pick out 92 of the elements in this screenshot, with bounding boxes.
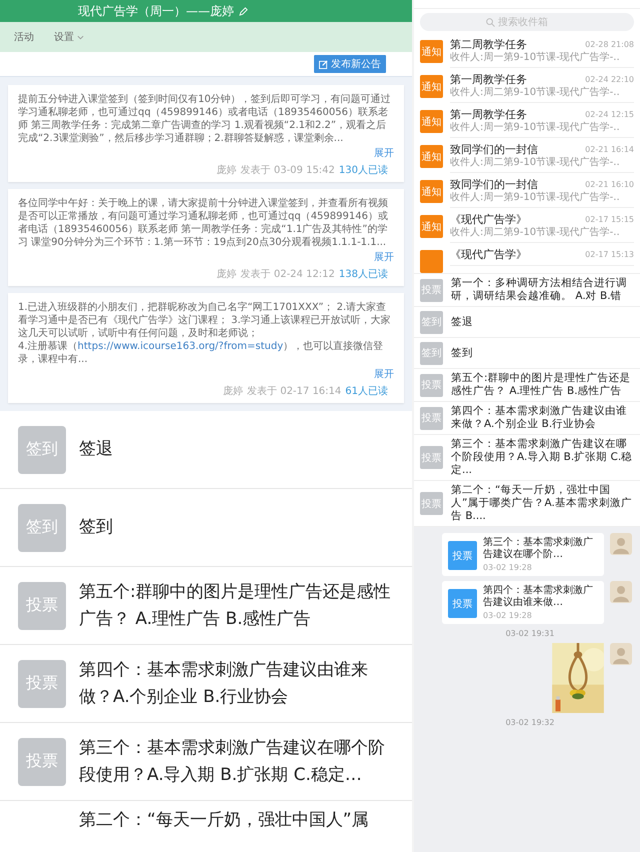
- notice-time: 02-17 15:15: [585, 214, 634, 226]
- activity-title: 第二个：“每天一斤奶，强壮中国人”属: [79, 809, 369, 832]
- notice-time: 02-24 12:15: [585, 109, 634, 121]
- notice-text: 1.已进入班级群的小朋友们，把群昵称改为自己名字“网工1701XXX”； 2.请大家查看学习通中是否已有《现代广告学》这门课程； 3.学习通上该课程已开放试听，大家这几天可以试听，试听中有任何问题，及时和老师说； 4.注册慕课（https://www.icourse163.org/?from=study），也可以直接微信登录，课程中有...: [18, 301, 392, 366]
- author-name: 庞婷: [216, 164, 237, 177]
- timestamp: 03-02 19:32: [506, 718, 554, 727]
- message-text: 第三个：基本需求刺激广告建议在哪个阶…: [483, 537, 594, 561]
- author-name: 庞婷: [216, 268, 237, 281]
- notice-title: 第二周教学任务: [450, 37, 528, 52]
- notice-badge: 通知: [420, 40, 443, 63]
- notice-badge: 通知: [420, 180, 443, 203]
- search-field[interactable]: 搜索收件箱: [498, 16, 568, 28]
- notice-title: 第一周教学任务: [450, 107, 528, 122]
- recipients-text: 收件人:周一第9-10节课-现代广告学-..: [450, 192, 621, 204]
- activity-title: 签到: [79, 516, 113, 539]
- activity-item[interactable]: 签到 签到: [0, 489, 412, 567]
- activity-badge: 投票: [18, 738, 66, 786]
- author-name: 庞婷: [223, 384, 244, 398]
- activity-title: 第一个：多种调研方法相结合进行调研，调研结果会越准确。 A.对 B.错: [451, 277, 628, 303]
- notice-text: 各位同学中午好：关于晚上的课，请大家提前十分钟进入课堂签到，并查看所有视频是否可以正常播放，有问题可通过学习通私聊老师，也可通过qq（459899146）或者电话（18935460056）联系老师 第一周教学任务：完成“1.1广告及其特性”的学习 课堂90分钟分为三个环节：1.第一环节：19点到20点30分观看视频1.1.1-1.1...: [18, 197, 389, 249]
- activity-item[interactable]: 第二个：“每天一斤奶，强壮中国人”属: [0, 801, 412, 834]
- notice-badge: 通知: [420, 75, 443, 98]
- recipients-text: 收件人:周二第9-10节课-现代广告学-..: [450, 157, 621, 169]
- timestamp: 03-02 19:31: [506, 629, 554, 638]
- activity-badge: 签到: [18, 426, 66, 474]
- message-text: 第四个：基本需求刺激广告建议由谁来做…: [483, 585, 594, 609]
- activity-item[interactable]: 投票 第三个：基本需求刺激广告建议在哪个阶段使用？A.导入期 B.扩张期 C.稳定...: [414, 435, 640, 481]
- activity-title: 第二个：“每天一斤奶，强壮中国人”属于哪类广告？A.基本需求刺激广告 B....: [451, 484, 633, 523]
- activity-title: 签退: [79, 438, 113, 461]
- notice-text: 提前五分钟进入课堂签到（签到时间仅有10分钟），签到后即可学习，有问题可通过学习通私聊老师，也可通过qq（459899146）或者电话（18935460056）联系老师 第三周教学任务：完成第二章广告调查的学习 1.观看视频“2.1和2.2”，观看之后完成“2.3课堂测验”，然后移步学习通群聊；2.群聊答疑解惑，课堂剩余...: [18, 93, 392, 145]
- notice-time: 02-28 21:08: [585, 39, 634, 51]
- activity-badge: 签到: [18, 504, 66, 552]
- activity-badge: 签到: [420, 310, 443, 334]
- notice-time: 02-24 22:10: [585, 74, 634, 86]
- activity-badge: 投票: [420, 406, 443, 430]
- activity-title: 第三个：基本需求刺激广告建议在哪个阶段使用？A.导入期 B.扩张期 C.稳定…: [79, 736, 386, 786]
- activity-item[interactable]: 投票 第四个：基本需求刺激广告建议由谁来做？A.个别企业 B.行业协会: [0, 645, 412, 723]
- vote-badge: 投票: [448, 541, 477, 570]
- course-title: 现代广告学（周一）——庞婷: [78, 2, 234, 20]
- message-time: 03-02 19:28: [483, 563, 533, 572]
- activity-title: 第四个：基本需求刺激广告建议由谁来做？A.个别企业 B.行业协会: [451, 405, 628, 431]
- edit-icon: [319, 60, 328, 68]
- activity-badge: 投票: [420, 374, 443, 396]
- tab[interactable]: 活动: [14, 28, 34, 46]
- notice-title: 致同学们的一封信: [450, 177, 539, 192]
- notice-item[interactable]: 《现代广告学》 02-17 15:13: [414, 243, 640, 273]
- recipients-text: 收件人:周二第9-10节课-现代广告学-..: [450, 227, 621, 239]
- activity-item[interactable]: 投票 第五个:群聊中的图片是理性广告还是感性广告？ A.理性广告 B.感性广告: [0, 567, 412, 645]
- activity-badge: 投票: [420, 278, 443, 302]
- activity-badge: 投票: [420, 446, 443, 469]
- vote-message[interactable]: 投票 第三个：基本需求刺激广告建议在哪个阶… 03-02 19:28: [442, 533, 604, 576]
- notice-time: 02-17 15:13: [585, 249, 634, 261]
- post-time: 发表于 02-17 16:14: [247, 384, 342, 398]
- message-time: 03-02 19:28: [483, 611, 533, 620]
- notice-badge: 通知: [420, 145, 443, 168]
- activity-title: 签到: [451, 346, 473, 360]
- vote-message[interactable]: 投票 第四个：基本需求刺激广告建议由谁来做… 03-02 19:28: [442, 581, 604, 624]
- recipients-text: 收件人:周二第9-10节课-现代广告学-..: [450, 87, 621, 99]
- edit-icon[interactable]: [239, 6, 248, 16]
- search-icon: [486, 18, 495, 26]
- notice-time: 02-21 16:14: [585, 144, 634, 156]
- notice-badge: 通知: [420, 110, 443, 133]
- recipients-text: 收件人:周一第9-10节课-现代广告学-..: [450, 52, 621, 64]
- activity-item[interactable]: 投票 第三个：基本需求刺激广告建议在哪个阶段使用？A.导入期 B.扩张期 C.稳定…: [0, 723, 412, 801]
- activity-badge: 投票: [18, 660, 66, 708]
- activity-badge: 投票: [420, 492, 443, 515]
- link[interactable]: https://www.icourse163.org/?from=study: [78, 341, 284, 352]
- vote-badge: 投票: [448, 589, 477, 618]
- notice-title: 第一周教学任务: [450, 72, 528, 87]
- post-time: 发表于 02-24 12:12: [240, 268, 335, 281]
- avatar-icon: [610, 533, 632, 555]
- activity-item[interactable]: 签到 签退: [0, 411, 412, 489]
- activity-title: 签退: [451, 316, 473, 328]
- activity-title: 第四个：基本需求刺激广告建议由谁来做？A.个别企业 B.行业协会: [79, 658, 369, 708]
- activity-title: 第三个：基本需求刺激广告建议在哪个阶段使用？A.导入期 B.扩张期 C.稳定...: [451, 438, 634, 477]
- post-time: 发表于 03-09 15:42: [240, 164, 335, 177]
- avatar-icon: [610, 643, 632, 665]
- activity-title: 第五个:群聊中的图片是理性广告还是感性广告？ A.理性广告 B.感性广告: [79, 580, 392, 630]
- recipients-text: 收件人:周一第9-10节课-现代广告学-..: [450, 122, 621, 134]
- notice-title: 《现代广告学》: [450, 247, 528, 262]
- activity-badge: 投票: [18, 582, 66, 630]
- notice-title: 《现代广告学》: [450, 212, 528, 227]
- notice-time: 02-21 16:10: [585, 179, 634, 191]
- notice-badge: 通知: [420, 215, 443, 238]
- avatar-icon: [610, 581, 632, 603]
- activity-title: 第五个:群聊中的图片是理性广告还是感性广告？ A.理性广告 B.感性广告: [451, 372, 632, 398]
- activity-item[interactable]: 签到 签退: [414, 307, 640, 338]
- tab[interactable]: 设置: [54, 28, 84, 46]
- notice-title: 致同学们的一封信: [450, 142, 539, 156]
- caret-icon: [77, 34, 84, 40]
- activity-badge: 签到: [420, 342, 443, 364]
- activity-item[interactable]: 签到 签到: [414, 338, 640, 369]
